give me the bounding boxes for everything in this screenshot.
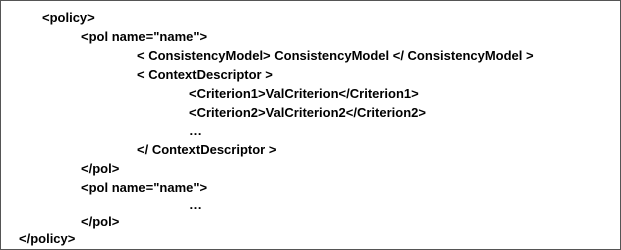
code-line-policy-open: <policy>	[42, 10, 95, 25]
code-line-pol-open: <pol name="name">	[81, 29, 208, 44]
code-line-ellipsis: …	[189, 123, 202, 138]
code-line-context-descriptor-close: </ ContextDescriptor >	[137, 142, 277, 157]
code-line-pol-close: </pol>	[81, 161, 120, 176]
code-line-pol-open-second: <pol name="name">	[81, 180, 208, 195]
code-listing-frame: <policy> <pol name="name"> < Consistency…	[0, 0, 621, 250]
code-line-policy-close: </policy>	[19, 231, 76, 246]
code-line-context-descriptor-open: < ContextDescriptor >	[137, 67, 273, 82]
code-line-pol-close-second: </pol>	[81, 214, 120, 229]
code-line-consistency-model: < ConsistencyModel> ConsistencyModel </ …	[137, 48, 534, 63]
code-line-criterion1: <Criterion1>ValCriterion</Criterion1>	[189, 86, 419, 101]
code-line-ellipsis-second: …	[189, 197, 202, 212]
code-line-criterion2: <Criterion2>ValCriterion2</Criterion2>	[189, 105, 426, 120]
